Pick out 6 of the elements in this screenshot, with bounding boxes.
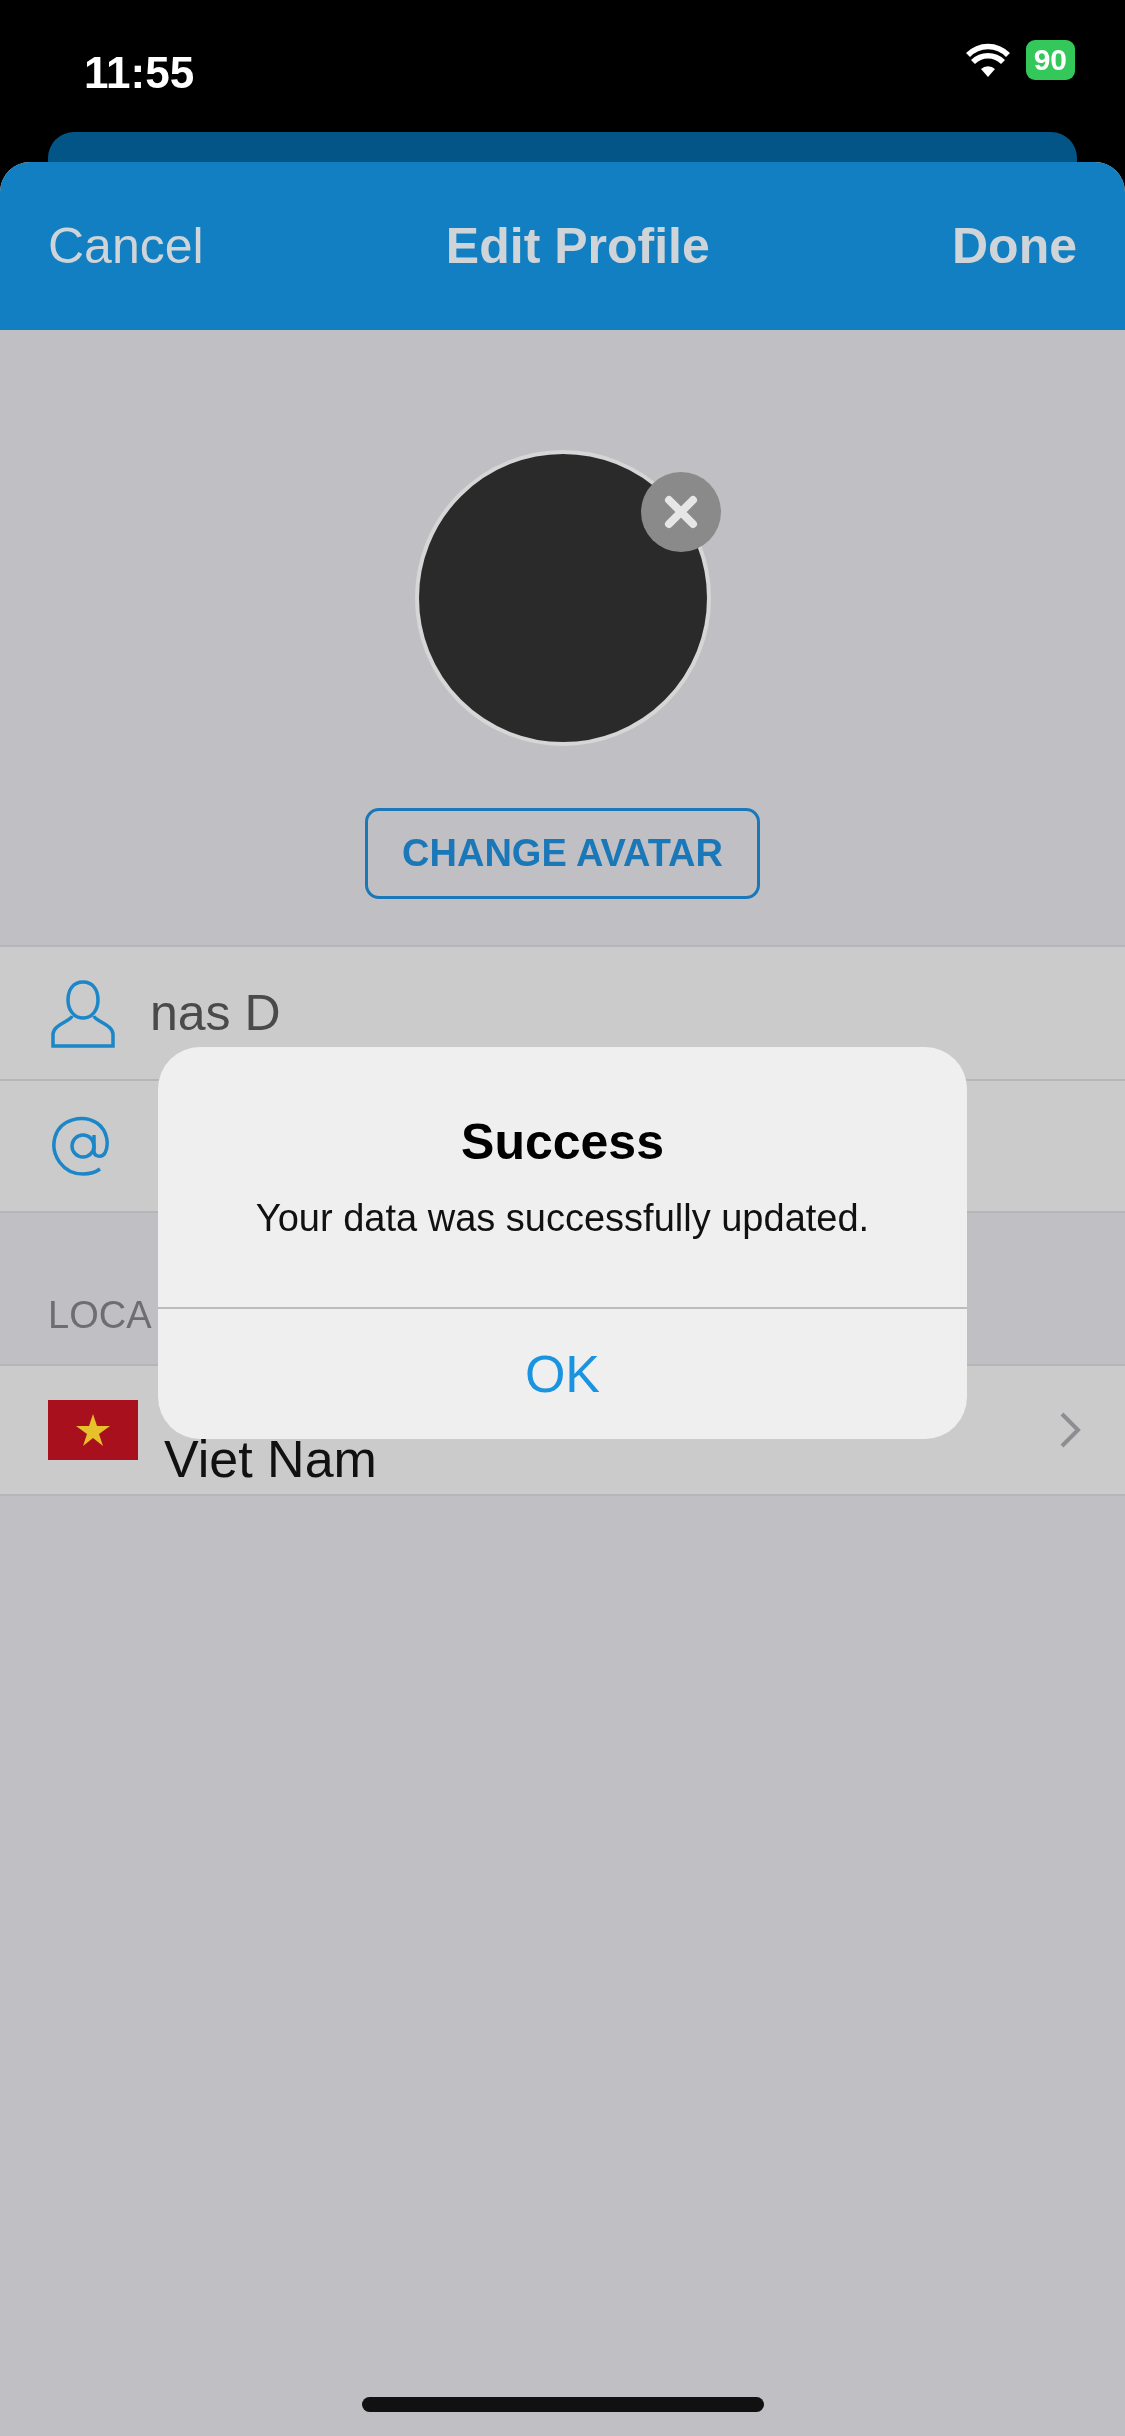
alert-message: Your data was successfully updated. [254, 1196, 871, 1241]
screen-title: Edit Profile [445, 216, 710, 276]
section-header: LOCA [48, 1294, 152, 1336]
status-time: 11:55 [84, 47, 195, 99]
battery-indicator: 90 [1025, 40, 1075, 80]
alert-title: Success [460, 1113, 665, 1172]
